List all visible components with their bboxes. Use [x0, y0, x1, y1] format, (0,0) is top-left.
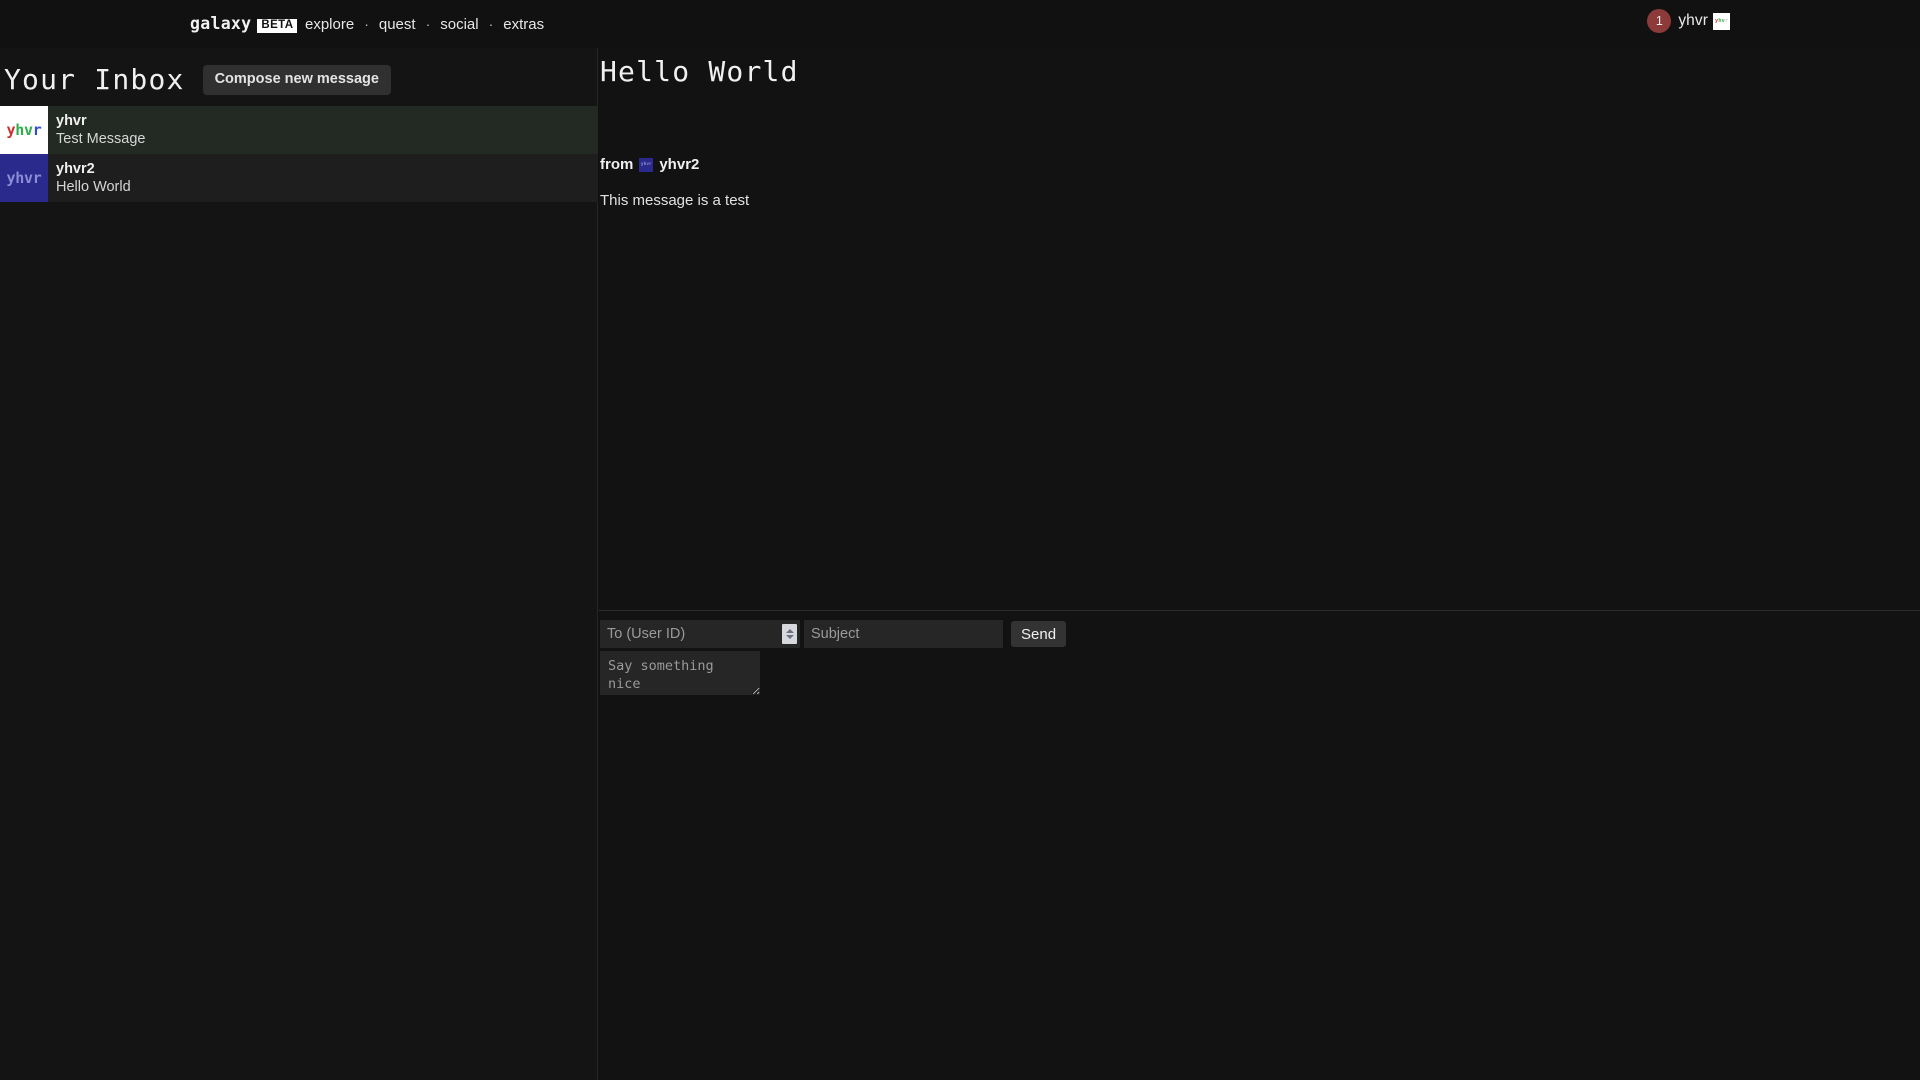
message-sender-avatar: y hv r	[0, 106, 48, 154]
from-label: from	[600, 156, 634, 173]
from-username[interactable]: yhvr2	[659, 156, 699, 173]
message-sender-name: yhvr2	[56, 160, 95, 177]
subject-input[interactable]	[804, 620, 1003, 648]
from-user-avatar: yhvr	[639, 157, 654, 172]
avatar-letter: r	[32, 121, 42, 139]
user-menu[interactable]: 1 yhvr y hv r	[1647, 9, 1730, 33]
nav-link-explore[interactable]: explore	[303, 16, 356, 33]
user-avatar[interactable]: y hv r	[1713, 12, 1730, 30]
avatar-letter: y	[6, 169, 16, 187]
message-list-item-text: yhvr2 Hello World	[48, 154, 131, 202]
message-list-item[interactable]: y hv r yhvr Test Message	[0, 106, 598, 154]
message-body-text: This message is a test	[600, 192, 750, 209]
nav-separator: ·	[488, 16, 494, 32]
to-user-id-input[interactable]	[600, 620, 800, 648]
nav-link-extras[interactable]: extras	[501, 16, 546, 33]
avatar-letter: hv	[15, 169, 33, 187]
to-field-wrapper	[600, 620, 800, 648]
message-detail-panel: Hello World from yhvr yhvr2 This message…	[599, 48, 1920, 1080]
number-stepper-icon[interactable]	[782, 624, 797, 644]
message-subject-preview: Test Message	[56, 131, 146, 147]
beta-badge: BETA	[257, 18, 298, 34]
avatar-letter: y	[6, 121, 16, 139]
message-sender-avatar: y hv r	[0, 154, 48, 202]
avatar-letter: r	[1724, 18, 1729, 24]
compose-form: Send	[599, 610, 1920, 695]
primary-nav-links: explore · quest · social · extras	[303, 16, 546, 33]
send-button[interactable]: Send	[1011, 621, 1067, 647]
inbox-panel: Your Inbox Compose new message y hv r yhvr…	[0, 48, 598, 1080]
message-sender-name: yhvr	[56, 112, 87, 129]
avatar-letter: hv	[1718, 18, 1725, 24]
current-username: yhvr	[1678, 12, 1708, 29]
brand-name: galaxy	[190, 13, 252, 33]
message-subject-preview: Hello World	[56, 179, 131, 195]
avatar-letter: hv	[15, 121, 33, 139]
nav-separator: ·	[364, 16, 369, 32]
nav-link-quest[interactable]: quest	[377, 16, 418, 33]
chevron-down-icon[interactable]	[785, 635, 794, 639]
chevron-up-icon[interactable]	[785, 629, 794, 633]
nav-separator: ·	[425, 16, 431, 32]
message-list: y hv r yhvr Test Message y hv r yhvr2 Hello …	[0, 106, 598, 202]
message-from-line: from yhvr yhvr2	[600, 156, 699, 173]
brand-logo[interactable]: galaxy BETA	[190, 13, 298, 35]
inbox-header: Your Inbox Compose new message	[0, 55, 598, 105]
message-body-input[interactable]	[600, 651, 760, 695]
message-title: Hello World	[600, 55, 799, 88]
message-list-item-text: yhvr Test Message	[48, 106, 145, 154]
top-navigation-bar: galaxy BETA explore · quest · social · e…	[0, 0, 1920, 48]
message-list-item[interactable]: y hv r yhvr2 Hello World	[0, 154, 598, 202]
compose-form-top-row: Send	[599, 620, 1920, 648]
avatar-letter: r	[32, 169, 42, 187]
page-title: Your Inbox	[4, 63, 185, 96]
nav-link-social[interactable]: social	[438, 16, 480, 33]
compose-new-message-button[interactable]: Compose new message	[202, 65, 391, 95]
notification-count-badge[interactable]: 1	[1647, 9, 1672, 33]
